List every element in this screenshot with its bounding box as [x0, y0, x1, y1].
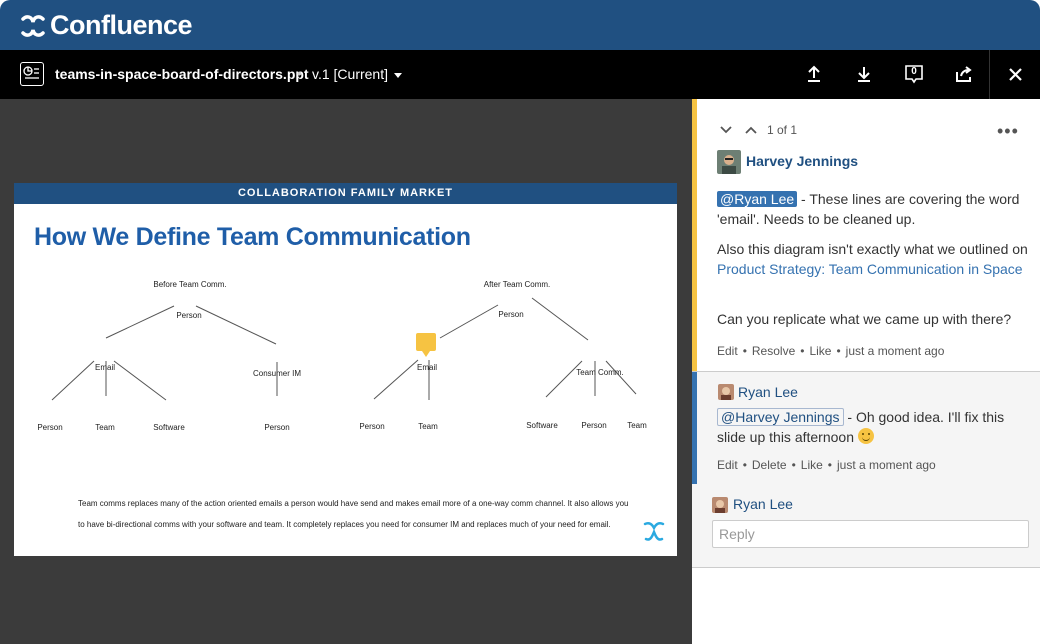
chevron-up-icon[interactable]	[744, 123, 758, 137]
slide-band: COLLABORATION FAMILY MARKET	[14, 183, 677, 204]
file-toolbar: teams-in-space-board-of-directors.ppt • …	[0, 50, 1040, 99]
before-leaf-person: Person	[37, 423, 63, 432]
comment-body-3: Can you replicate what we came up with t…	[717, 311, 1012, 327]
user-mention[interactable]: @Harvey Jennings	[717, 408, 844, 426]
slide-description: Team comms replaces many of the action o…	[78, 493, 638, 535]
reply-author[interactable]: Ryan Lee	[738, 384, 798, 400]
after-email: Email	[416, 363, 438, 372]
comment-actions: Edit • Resolve • Like • just a moment ago	[717, 344, 945, 358]
like-button[interactable]: Like	[809, 344, 831, 358]
share-button[interactable]	[953, 63, 975, 85]
before-leaf-team: Team	[95, 423, 115, 432]
before-leaf-person2: Person	[264, 423, 290, 432]
separator: •	[297, 65, 302, 81]
edit-button[interactable]: Edit	[717, 458, 738, 472]
share-icon	[956, 66, 972, 82]
comment-counter: 1 of 1	[767, 123, 798, 137]
slide-title: How We Define Team Communication	[34, 223, 471, 251]
comment-count: 0	[911, 66, 917, 77]
confluence-logo-icon	[21, 14, 45, 37]
like-button[interactable]: Like	[801, 458, 823, 472]
version-dropdown[interactable]: v.1 [Current]	[312, 66, 402, 82]
reply-indicator	[692, 372, 697, 484]
presentation-file-icon	[20, 62, 44, 86]
comment-pin-icon[interactable]	[416, 333, 436, 357]
after-leaf-person2: Person	[581, 421, 607, 430]
reply-actions: Edit • Delete • Like • just a moment ago	[717, 458, 936, 472]
download-button[interactable]	[853, 63, 875, 85]
slide-desc-line1: Team comms replaces many of the action o…	[78, 499, 629, 508]
avatar	[712, 497, 728, 513]
app-name: Confluence	[50, 10, 193, 40]
delete-button[interactable]: Delete	[752, 458, 787, 472]
file-viewer: COLLABORATION FAMILY MARKET How We Defin…	[0, 99, 692, 644]
comment-body: @Ryan Lee - These lines are covering the…	[717, 189, 1035, 229]
avatar	[718, 384, 734, 400]
after-root: Person	[498, 310, 524, 319]
edit-button[interactable]: Edit	[717, 344, 738, 358]
before-heading: Before Team Comm.	[153, 280, 227, 289]
before-consumer-im: Consumer IM	[252, 369, 302, 378]
after-leaf-software: Software	[526, 421, 558, 430]
reply-body: @Harvey Jennings - Oh good idea. I'll fi…	[717, 407, 1032, 447]
comment-author[interactable]: Harvey Jennings	[746, 153, 858, 169]
comment-body-2: Also this diagram isn't exactly what we …	[717, 239, 1035, 279]
before-root: Person	[176, 311, 202, 320]
after-leaf-team: Team	[418, 422, 438, 431]
comments-button[interactable]: 0	[903, 63, 925, 85]
after-leaf-team2: Team	[627, 421, 647, 430]
composer-author: Ryan Lee	[733, 496, 793, 512]
diagram-lines	[51, 297, 637, 401]
after-team-comm: Team Comm.	[576, 368, 624, 377]
comment-text: Also this diagram isn't exactly what we …	[717, 241, 1028, 257]
smiley-icon	[857, 428, 874, 444]
reply-input[interactable]	[712, 520, 1029, 548]
comments-panel: 1 of 1 ••• Harvey Jennings @Ryan Lee - T…	[692, 99, 1040, 644]
upload-button[interactable]	[803, 63, 825, 85]
close-icon	[1009, 68, 1022, 81]
avatar	[717, 150, 741, 174]
slide[interactable]: COLLABORATION FAMILY MARKET How We Defin…	[14, 183, 677, 556]
page-link[interactable]: Product Strategy: Team Communication in …	[717, 261, 1023, 277]
after-leaf-person: Person	[359, 422, 385, 431]
communication-diagram: Before Team Comm. Person Email Consumer …	[14, 268, 677, 448]
version-label: v.1 [Current]	[312, 66, 388, 82]
before-leaf-software: Software	[153, 423, 185, 432]
confluence-small-logo-icon	[643, 521, 665, 541]
timestamp: just a moment ago	[837, 458, 936, 472]
timestamp: just a moment ago	[845, 344, 945, 358]
chevron-down-icon	[394, 72, 402, 78]
before-email: Email	[94, 363, 116, 372]
resolve-button[interactable]: Resolve	[752, 344, 795, 358]
reply-section: Ryan Lee @Harvey Jennings - Oh good idea…	[692, 371, 1040, 568]
file-name: teams-in-space-board-of-directors.ppt	[55, 66, 309, 82]
chevron-down-icon[interactable]	[719, 123, 733, 137]
more-options-icon[interactable]: •••	[997, 121, 1019, 142]
after-heading: After Team Comm.	[483, 280, 551, 289]
app-header: Confluence	[0, 0, 1040, 50]
upload-icon	[808, 65, 820, 82]
close-button[interactable]	[989, 50, 1040, 99]
user-mention[interactable]: @Ryan Lee	[717, 191, 798, 207]
slide-desc-line2: to have bi-directional comms with your s…	[78, 520, 611, 529]
confluence-logo[interactable]: Confluence	[18, 10, 193, 41]
comment-thread: 1 of 1 ••• Harvey Jennings @Ryan Lee - T…	[692, 99, 1040, 371]
download-icon	[858, 67, 870, 82]
